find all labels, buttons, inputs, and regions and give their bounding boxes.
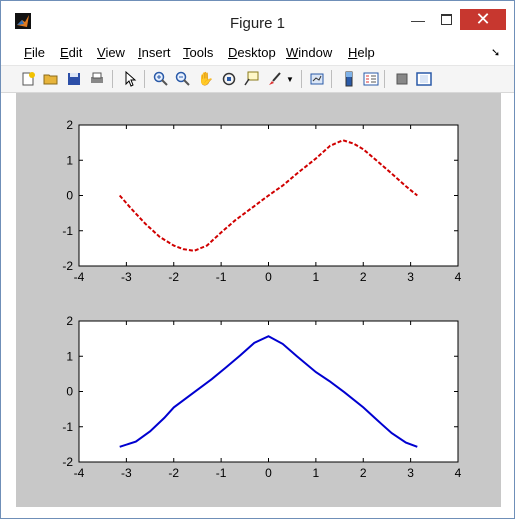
- menu-file[interactable]: File: [24, 45, 45, 60]
- x-tick-label: 4: [455, 466, 462, 480]
- menu-desktop[interactable]: Desktop: [228, 45, 276, 60]
- edit-plot-arrow-icon[interactable]: [120, 69, 140, 89]
- y-tick-label: -1: [62, 420, 73, 434]
- minimize-button[interactable]: —: [405, 9, 431, 30]
- figure-window: Figure 1 — ✕ File Edit View Insert Tools Desk…: [0, 0, 515, 519]
- pan-hand-icon[interactable]: ✋: [196, 69, 216, 89]
- menu-view[interactable]: View: [97, 45, 125, 60]
- x-tick-label: 2: [360, 466, 367, 480]
- y-tick-label: -2: [62, 259, 73, 273]
- zoom-in-icon[interactable]: [151, 69, 171, 89]
- menu-insert[interactable]: Insert: [138, 45, 171, 60]
- title-bar: Figure 1 — ✕: [1, 1, 514, 39]
- figure-canvas: -4 -3 -2 -1 0 1 2 3 4 -2 -1 0 1 2 -4 -3 -2 -1 0 1 2 3 4 -2 -1 0 1 2: [16, 93, 501, 507]
- x-tick-label: 1: [313, 270, 320, 284]
- print-icon[interactable]: [87, 69, 107, 89]
- y-tick-label: 0: [66, 189, 73, 203]
- zoom-out-icon[interactable]: [173, 69, 193, 89]
- y-tick-label: 0: [66, 385, 73, 399]
- x-tick-label: -4: [74, 466, 85, 480]
- open-file-icon[interactable]: [41, 69, 61, 89]
- menu-window[interactable]: Window: [286, 45, 332, 60]
- maximize-icon: [440, 14, 452, 25]
- x-tick-label: 0: [265, 466, 272, 480]
- menu-edit[interactable]: Edit: [60, 45, 82, 60]
- data-cursor-icon[interactable]: [241, 69, 261, 89]
- close-icon: ✕: [475, 9, 491, 29]
- minimize-icon: —: [411, 11, 425, 28]
- menu-bar: File Edit View Insert Tools Desktop Window Help: [1, 41, 514, 63]
- menu-help[interactable]: Help: [348, 45, 375, 60]
- save-icon[interactable]: [64, 69, 84, 89]
- brush-icon[interactable]: [264, 69, 284, 89]
- maximize-button[interactable]: [433, 9, 459, 30]
- y-tick-label: -2: [62, 455, 73, 469]
- brush-dropdown-icon[interactable]: ▼: [284, 69, 296, 89]
- x-tick-label: -4: [74, 270, 85, 284]
- hide-plot-tools-icon[interactable]: [392, 69, 412, 89]
- x-tick-label: 3: [407, 270, 414, 284]
- new-figure-icon[interactable]: [18, 69, 38, 89]
- y-tick-label: 1: [66, 349, 73, 363]
- plots-area: -4 -3 -2 -1 0 1 2 3 4 -2 -1 0 1 2 -4 -3 -2 -1 0 1 2 3 4 -2 -1 0 1 2: [62, 118, 462, 480]
- x-tick-label: -3: [121, 270, 132, 284]
- y-tick-label: 2: [66, 314, 73, 328]
- x-tick-label: 2: [360, 270, 367, 284]
- x-tick-label: -3: [121, 466, 132, 480]
- close-button[interactable]: ✕: [460, 9, 506, 30]
- insert-legend-icon[interactable]: [361, 69, 381, 89]
- y-tick-label: 1: [66, 153, 73, 167]
- menu-tools[interactable]: Tools: [183, 45, 213, 60]
- y-tick-label: -1: [62, 224, 73, 238]
- y-tick-label: 2: [66, 118, 73, 132]
- figure-toolbar: ✋ ▼: [1, 65, 514, 93]
- link-plot-icon[interactable]: [307, 69, 327, 89]
- x-tick-label: -2: [168, 270, 179, 284]
- x-tick-label: 1: [313, 466, 320, 480]
- insert-colorbar-icon[interactable]: [339, 69, 359, 89]
- x-tick-label: 3: [407, 466, 414, 480]
- show-plot-tools-icon[interactable]: [414, 69, 434, 89]
- x-tick-label: -1: [216, 270, 227, 284]
- x-tick-label: -1: [216, 466, 227, 480]
- rotate-3d-icon[interactable]: [219, 69, 239, 89]
- x-tick-label: 0: [265, 270, 272, 284]
- dock-figure-icon[interactable]: ➘: [491, 46, 500, 59]
- x-tick-label: -2: [168, 466, 179, 480]
- x-tick-label: 4: [455, 270, 462, 284]
